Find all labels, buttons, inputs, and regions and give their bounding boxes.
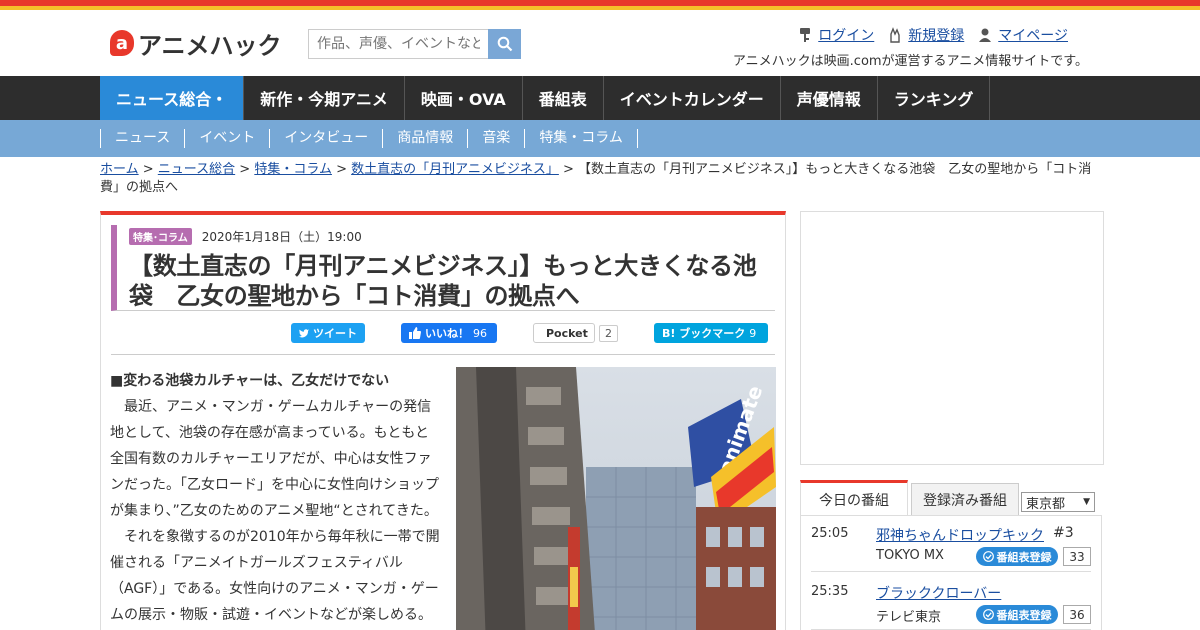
tv-channel: テレビ東京 bbox=[876, 610, 942, 625]
subnav-music[interactable]: 音楽 bbox=[467, 129, 524, 148]
hatena-count: 9 bbox=[749, 326, 757, 340]
breadcrumb: ホーム > ニュース総合 > 特集・コラム > 数土直志の「月刊アニメビジネス」… bbox=[100, 161, 1100, 197]
main-nav: ニュース総合・ 新作・今期アニメ 映画・OVA 番組表 イベントカレンダー 声優… bbox=[0, 76, 1200, 120]
breadcrumb-sep: > bbox=[331, 162, 352, 177]
tweet-button[interactable]: ツイート bbox=[291, 323, 365, 343]
search-form bbox=[308, 29, 521, 59]
check-circle-icon bbox=[982, 609, 994, 620]
site-description: アニメハックは映画.comが運営するアニメ情報サイトです。 bbox=[732, 54, 1088, 69]
subnav-goods[interactable]: 商品情報 bbox=[382, 129, 467, 148]
check-circle-icon bbox=[982, 551, 994, 562]
article-paragraph: それを象徴するのが2010年から毎年秋に一帯で開催される「アニメイトガールズフェ… bbox=[110, 529, 440, 623]
breadcrumb-sep: > bbox=[235, 162, 255, 177]
site-logo[interactable]: a アニメハック bbox=[110, 28, 282, 60]
tab-registered[interactable]: 登録済み番組 bbox=[911, 483, 1019, 516]
region-select[interactable]: 東京都 ▼ bbox=[1021, 492, 1095, 512]
tv-channel: TOKYO MX bbox=[876, 548, 944, 563]
tab-today[interactable]: 今日の番組 bbox=[800, 480, 908, 516]
article-meta: 特集･コラム 2020年1月18日（土）19:00 bbox=[129, 228, 775, 245]
pocket-button[interactable]: Pocket bbox=[533, 323, 595, 343]
signup-label: 新規登録 bbox=[908, 28, 965, 44]
hatena-label: B! ブックマーク bbox=[662, 327, 746, 340]
breadcrumb-home[interactable]: ホーム bbox=[100, 162, 139, 177]
register-label: 番組表登録 bbox=[996, 550, 1052, 564]
register-count: 33 bbox=[1063, 547, 1091, 566]
tv-schedule-widget: 今日の番組 登録済み番組 東京都 ▼ 25:05 邪神ちゃんドロップキック #3… bbox=[800, 480, 1104, 630]
signup-link[interactable]: 新規登録 bbox=[888, 25, 964, 45]
nav-event-calendar[interactable]: イベントカレンダー bbox=[604, 76, 781, 120]
article: 特集･コラム 2020年1月18日（土）19:00 【数土直志の「月刊アニメビジ… bbox=[100, 211, 786, 630]
article-header: 特集･コラム 2020年1月18日（土）19:00 【数土直志の「月刊アニメビジ… bbox=[111, 225, 775, 311]
subnav-column[interactable]: 特集・コラム bbox=[524, 129, 638, 148]
article-date: 2020年1月18日（土）19:00 bbox=[201, 230, 362, 244]
nav-new-anime[interactable]: 新作・今期アニメ bbox=[244, 76, 405, 120]
login-key-icon bbox=[800, 28, 811, 42]
twitter-icon bbox=[299, 328, 309, 337]
article-title: 【数土直志の「月刊アニメビジネス」】もっと大きくなる池袋 乙女の聖地から「コト消… bbox=[129, 252, 757, 310]
article-paragraph: 最近、アニメ・マンガ・ゲームカルチャーの発信地として、池袋の存在感が高まっている… bbox=[110, 399, 439, 519]
search-button[interactable] bbox=[488, 29, 521, 59]
tv-title-link[interactable]: 邪神ちゃんドロップキック bbox=[876, 525, 1044, 545]
nav-news[interactable]: ニュース総合・ bbox=[100, 76, 245, 120]
pocket-label: Pocket bbox=[546, 326, 588, 340]
logo-mark: a bbox=[110, 30, 134, 56]
breadcrumb-series[interactable]: 数土直志の「月刊アニメビジネス」 bbox=[351, 162, 559, 177]
facebook-like-button[interactable]: いいね！ 96 bbox=[401, 323, 497, 343]
article-lead: ■変わる池袋カルチャーは、乙女だけでない bbox=[110, 373, 390, 389]
nav-ranking[interactable]: ランキング bbox=[878, 76, 991, 120]
subnav-event[interactable]: イベント bbox=[184, 129, 269, 148]
tv-episode: #3 bbox=[1053, 525, 1074, 541]
mypage-person-icon bbox=[979, 28, 992, 42]
top-stripe bbox=[0, 0, 1200, 10]
breadcrumb-news[interactable]: ニュース総合 bbox=[158, 162, 235, 177]
register-label: 番組表登録 bbox=[996, 608, 1052, 622]
share-divider bbox=[111, 354, 775, 355]
pocket-group: Pocket 2 bbox=[533, 323, 618, 343]
like-label: いいね！ bbox=[425, 327, 469, 340]
breadcrumb-column[interactable]: 特集・コラム bbox=[254, 162, 332, 177]
tv-tabs: 今日の番組 登録済み番組 東京都 ▼ bbox=[800, 480, 1102, 516]
register-button[interactable]: 番組表登録 bbox=[976, 547, 1058, 566]
pocket-count: 2 bbox=[599, 324, 618, 342]
share-bar: ツイート いいね！ 96 Pocket 2 B! ブックマーク 9 bbox=[291, 323, 768, 343]
ad-slot bbox=[800, 211, 1104, 465]
ikebukuro-street-photo: animate bbox=[456, 367, 776, 630]
article-photo[interactable]: animate bbox=[456, 367, 776, 630]
mypage-label: マイページ bbox=[998, 28, 1068, 44]
login-label: ログイン bbox=[818, 28, 875, 44]
search-input[interactable] bbox=[308, 29, 488, 59]
category-badge[interactable]: 特集･コラム bbox=[129, 228, 192, 245]
tv-time: 25:05 bbox=[811, 526, 849, 541]
facebook-like-icon bbox=[409, 327, 421, 339]
register-count: 36 bbox=[1063, 605, 1091, 624]
signup-hand-icon bbox=[890, 27, 900, 43]
region-value: 東京都 bbox=[1026, 496, 1066, 512]
tv-row: 25:35 ブラッククローバー テレビ東京 番組表登録 36 bbox=[811, 574, 1091, 630]
login-link[interactable]: ログイン bbox=[798, 25, 874, 45]
hatena-bookmark-button[interactable]: B! ブックマーク 9 bbox=[654, 323, 768, 343]
mypage-link[interactable]: マイページ bbox=[978, 25, 1068, 45]
register-button[interactable]: 番組表登録 bbox=[976, 605, 1058, 624]
article-body: ■変わる池袋カルチャーは、乙女だけでない 最近、アニメ・マンガ・ゲームカルチャー… bbox=[110, 368, 440, 628]
tv-title-link[interactable]: ブラッククローバー bbox=[876, 583, 1001, 603]
breadcrumb-sep: > bbox=[138, 162, 158, 177]
logo-text: アニメハック bbox=[138, 31, 282, 60]
tv-time: 25:35 bbox=[811, 584, 849, 599]
search-icon bbox=[497, 36, 512, 52]
nav-tv-schedule[interactable]: 番組表 bbox=[523, 76, 604, 120]
dropdown-arrow-icon: ▼ bbox=[1083, 497, 1090, 507]
subnav-news[interactable]: ニュース bbox=[100, 129, 184, 148]
nav-movie-ova[interactable]: 映画・OVA bbox=[405, 76, 523, 120]
nav-voice-actors[interactable]: 声優情報 bbox=[781, 76, 878, 120]
tv-list: 25:05 邪神ちゃんドロップキック #3 TOKYO MX 番組表登録 33 … bbox=[800, 515, 1102, 630]
subnav-interview[interactable]: インタビュー bbox=[269, 129, 382, 148]
user-links: ログイン 新規登録 マイページ bbox=[798, 25, 1068, 45]
like-count: 96 bbox=[473, 326, 487, 340]
tv-row: 25:05 邪神ちゃんドロップキック #3 TOKYO MX 番組表登録 33 bbox=[811, 516, 1091, 572]
tweet-label: ツイート bbox=[313, 327, 357, 340]
sub-nav: ニュース イベント インタビュー 商品情報 音楽 特集・コラム bbox=[0, 120, 1200, 157]
breadcrumb-sep: > bbox=[558, 162, 579, 177]
